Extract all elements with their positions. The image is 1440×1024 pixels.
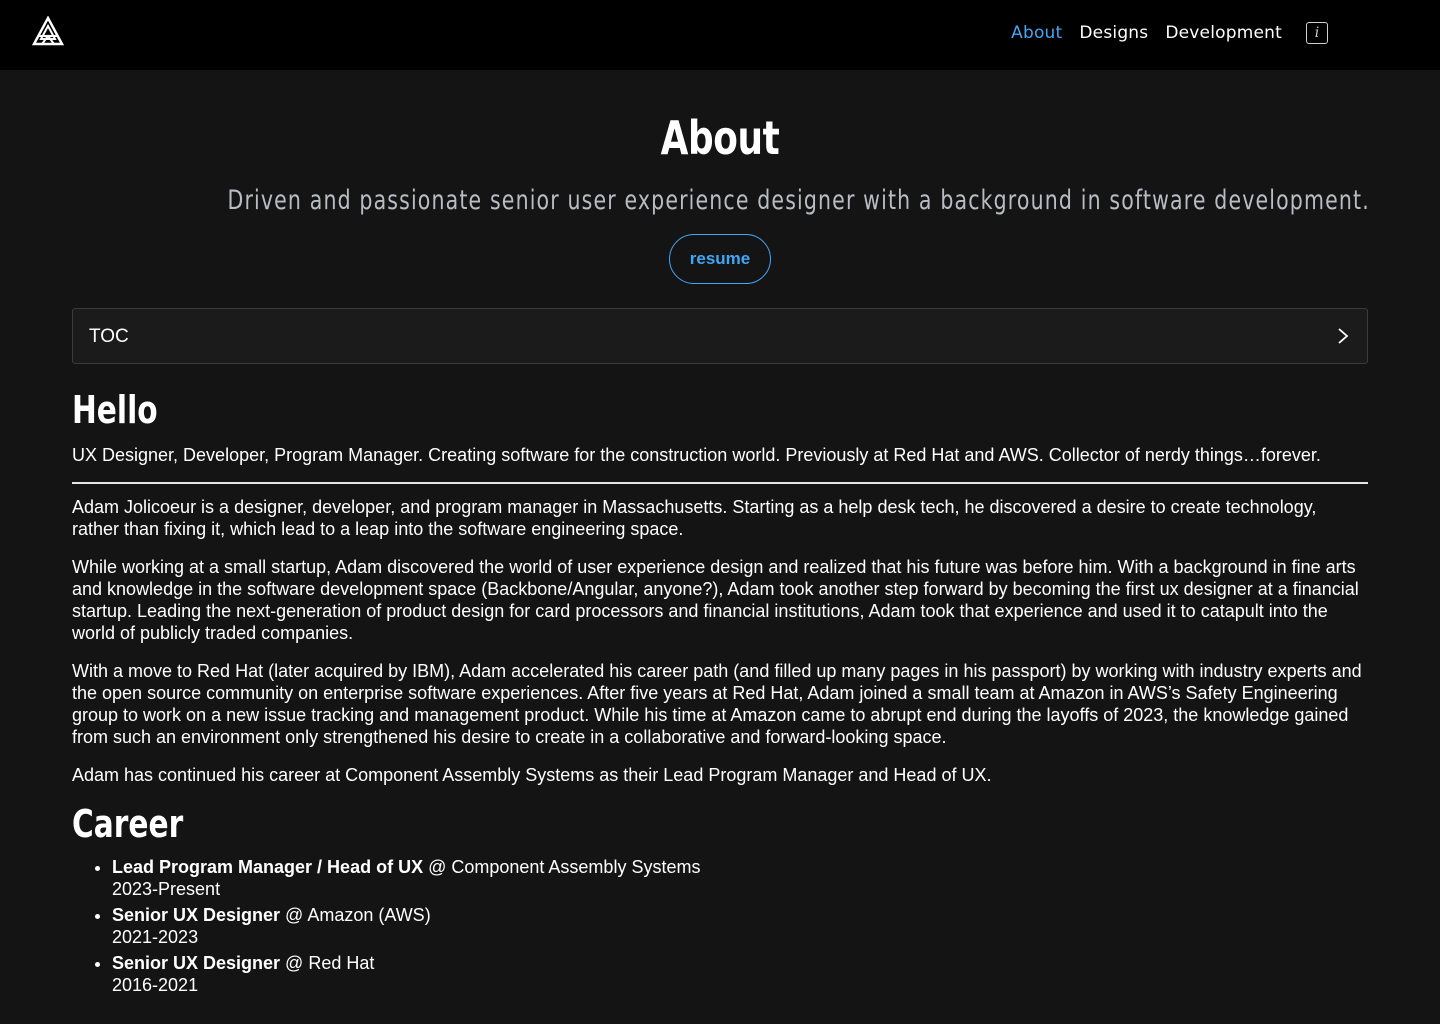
career-role: Senior UX Designer — [112, 953, 281, 973]
toc-accordion[interactable]: TOC — [72, 308, 1368, 364]
nav-link-designs[interactable]: Designs — [1079, 23, 1148, 43]
career-list: Lead Program Manager / Head of UX @ Comp… — [72, 856, 1368, 996]
resume-button[interactable]: resume — [669, 234, 771, 284]
page-title: About — [660, 111, 780, 165]
career-years: 2021-2023 — [112, 927, 199, 947]
career-item: Senior UX Designer @ Amazon (AWS) 2021-2… — [112, 904, 1368, 948]
bio-paragraph: Adam Jolicoeur is a designer, developer,… — [72, 497, 1317, 539]
page-subtitle: Driven and passionate senior user experi… — [227, 185, 1370, 216]
chevron-right-icon — [1338, 328, 1349, 344]
career-role: Senior UX Designer — [112, 905, 281, 925]
bio-section: Adam Jolicoeur is a designer, developer,… — [72, 496, 1368, 786]
career-company: @ Component Assembly Systems — [423, 857, 701, 877]
toc-label: TOC — [89, 326, 129, 347]
divider — [72, 482, 1368, 484]
career-item: Senior UX Designer @ Red Hat 2016-2021 — [112, 952, 1368, 996]
nav-link-about[interactable]: About — [1011, 23, 1062, 43]
career-company: @ Red Hat — [280, 953, 375, 973]
page-content: About Driven and passionate senior user … — [72, 70, 1370, 1000]
logo-mark-icon[interactable] — [32, 16, 64, 48]
info-glyph: i — [1314, 25, 1320, 41]
career-company: @ Amazon (AWS) — [280, 905, 431, 925]
bio-paragraph: Adam has continued his career at Compone… — [72, 765, 992, 785]
career-years: 2016-2021 — [112, 975, 199, 995]
intro-text: UX Designer, Developer, Program Manager.… — [72, 445, 1321, 465]
top-navigation-bar: About Designs Development i — [0, 0, 1440, 70]
info-icon[interactable]: i — [1306, 22, 1328, 44]
section-heading-hello: Hello — [72, 388, 158, 432]
bio-paragraph: While working at a small startup, Adam d… — [72, 557, 1359, 643]
section-heading-career: Career — [72, 802, 184, 846]
nav-link-development[interactable]: Development — [1165, 23, 1282, 43]
career-role: Lead Program Manager / Head of UX — [112, 857, 424, 877]
career-years: 2023-Present — [112, 879, 221, 899]
main-nav: About Designs Development i — [994, 22, 1328, 44]
bio-paragraph: With a move to Red Hat (later acquired b… — [72, 661, 1362, 747]
career-item: Lead Program Manager / Head of UX @ Comp… — [112, 856, 1368, 900]
